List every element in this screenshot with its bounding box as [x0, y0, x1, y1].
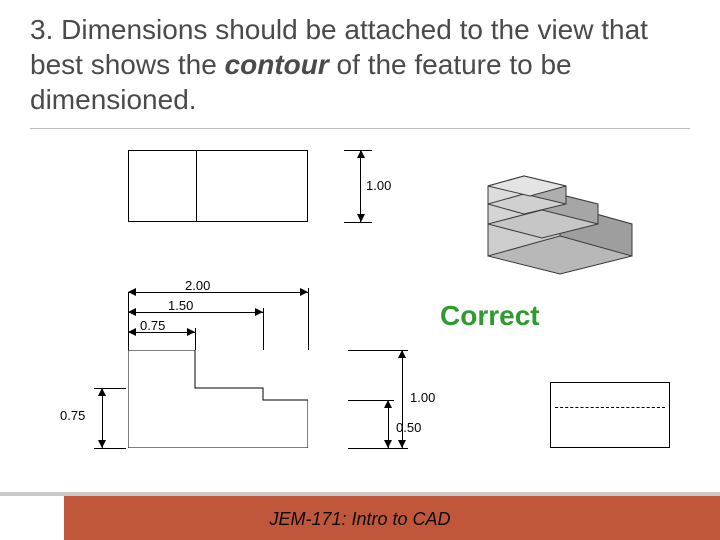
extension-line: [195, 328, 196, 350]
diagram-area: 1.00: [50, 140, 700, 480]
extension-line: [348, 448, 408, 449]
isometric-svg: [470, 156, 650, 276]
step-outline-svg: [128, 350, 308, 448]
arrowhead-left-icon: [128, 288, 136, 296]
dimension-label-width-full: 2.00: [185, 278, 210, 293]
internal-edge-line: [196, 151, 197, 221]
heading-emphasis: contour: [225, 49, 329, 80]
arrowhead-up-icon: [357, 150, 365, 158]
side-orthographic-view: [128, 350, 308, 448]
arrowhead-up-icon: [398, 350, 406, 358]
arrowhead-up-icon: [384, 400, 392, 408]
extension-line: [263, 308, 264, 350]
dimension-label-width-mid: 1.50: [168, 298, 193, 313]
footer-course-text: JEM-171: Intro to CAD: [0, 509, 720, 530]
arrowhead-left-icon: [128, 308, 136, 316]
extension-line: [308, 288, 309, 350]
dimension-label-width-small: 0.75: [140, 318, 165, 333]
arrowhead-down-icon: [98, 440, 106, 448]
extension-line: [344, 222, 372, 223]
dimension-label-step-height-small: 0.75: [60, 408, 85, 423]
correct-label: Correct: [440, 300, 540, 332]
dimension-width-full: [128, 292, 308, 293]
arrowhead-left-icon: [128, 328, 136, 336]
heading-underline: [30, 128, 690, 129]
slide: 3. Dimensions should be attached to the …: [0, 0, 720, 540]
heading-number: 3.: [30, 14, 53, 45]
arrowhead-down-icon: [384, 440, 392, 448]
dimension-width-mid: [128, 312, 263, 313]
arrowhead-right-icon: [187, 328, 195, 336]
dimension-line: [360, 150, 361, 222]
arrowhead-up-icon: [98, 388, 106, 396]
arrowhead-down-icon: [357, 214, 365, 222]
isometric-view: [470, 156, 650, 276]
arrowhead-right-icon: [255, 308, 263, 316]
right-orthographic-view: [550, 382, 670, 448]
hidden-line: [555, 407, 665, 408]
extension-line: [128, 292, 129, 350]
arrowhead-down-icon: [398, 440, 406, 448]
slide-heading: 3. Dimensions should be attached to the …: [30, 12, 690, 117]
dimension-line: [102, 388, 103, 448]
top-orthographic-view: [128, 150, 308, 222]
dimension-label-ledge-height: 0.50: [396, 420, 421, 435]
dimension-step-height-small: [88, 388, 116, 448]
arrowhead-right-icon: [300, 288, 308, 296]
dimension-label-overall-height: 1.00: [410, 390, 435, 405]
dimension-label-top-height: 1.00: [366, 178, 391, 193]
extension-line: [94, 448, 126, 449]
